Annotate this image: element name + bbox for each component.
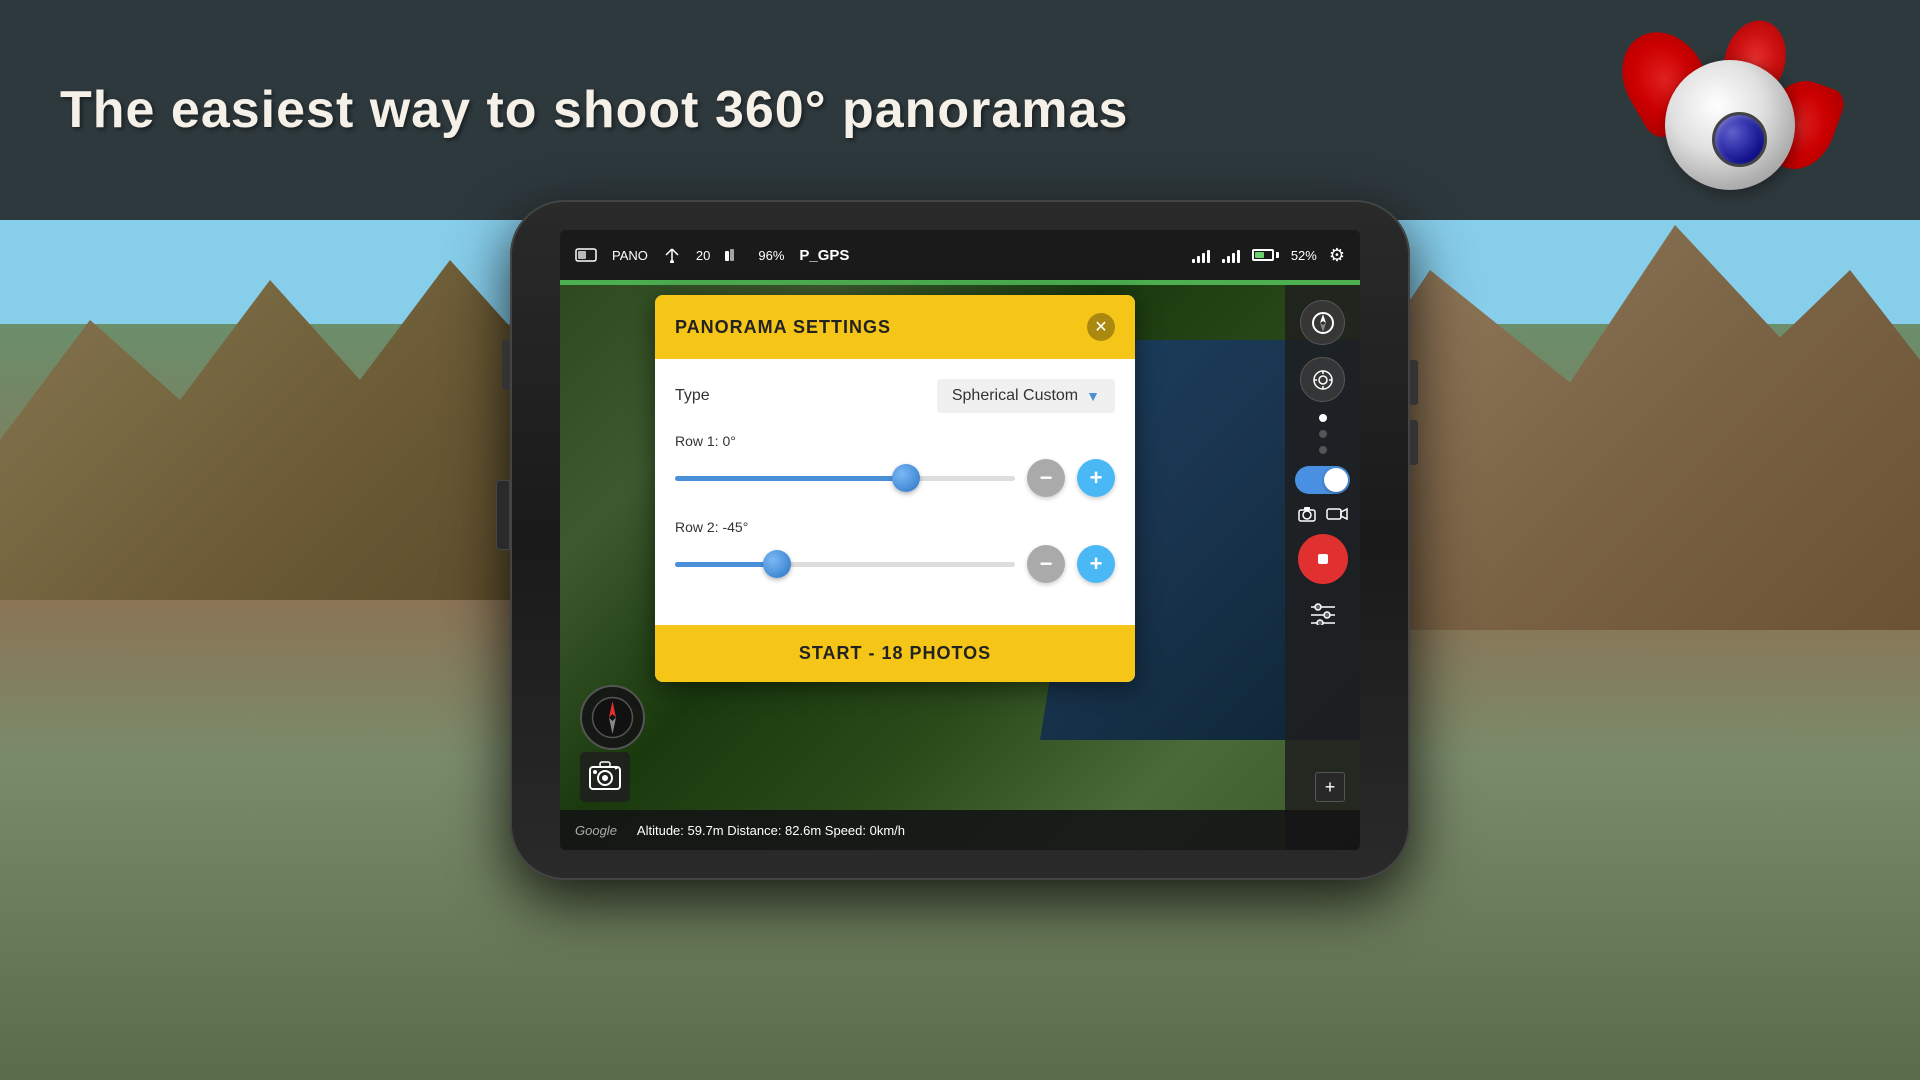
row1-slider-track[interactable] [675, 476, 1015, 481]
phone-container: PANO 20 96% P_GPS [510, 200, 1410, 920]
signal3-icon [1222, 247, 1240, 263]
sliders-icon[interactable] [1309, 601, 1337, 630]
dialog-close-button[interactable]: ✕ [1087, 313, 1115, 341]
camera-icons-row [1298, 506, 1348, 522]
bottom-bar: Google Altitude: 59.7m Distance: 82.6m S… [560, 810, 1360, 850]
row2-plus-button[interactable]: + [1077, 545, 1115, 583]
compass [580, 685, 645, 750]
row2-slider-track[interactable] [675, 562, 1015, 567]
row2-slider-fill [675, 562, 777, 567]
row1-setting: Row 1: 0° − + [675, 433, 1115, 497]
row2-slider-row: − + [675, 545, 1115, 583]
antenna-icon [663, 247, 681, 263]
phone-vol-down-button[interactable] [1410, 420, 1418, 465]
signal-icon [725, 247, 743, 263]
row1-label: Row 1: 0° [675, 433, 1115, 449]
battery-container [1252, 249, 1279, 261]
phone-body: PANO 20 96% P_GPS [510, 200, 1410, 880]
dialog-body: Type Spherical Custom ▼ Row 1: 0° [655, 359, 1135, 625]
count-value: 20 [696, 248, 710, 263]
row2-minus-button[interactable]: − [1027, 545, 1065, 583]
settings-icon[interactable]: ⚙ [1329, 245, 1345, 266]
dialog-header: PANORAMA SETTINGS ✕ [655, 295, 1135, 359]
stop-icon [1314, 550, 1332, 568]
battery-percent: 52% [1291, 248, 1317, 263]
side-dots [1319, 414, 1327, 454]
dropdown-arrow-icon: ▼ [1086, 388, 1100, 404]
phone-vol-up-button[interactable] [1410, 360, 1418, 405]
panorama-settings-dialog: PANORAMA SETTINGS ✕ Type Spherical Custo… [655, 295, 1135, 682]
mode-label: PANO [612, 248, 648, 263]
phone-screen: PANO 20 96% P_GPS [560, 230, 1360, 850]
altitude-text: Altitude: 59.7m Distance: 82.6m Speed: 0… [637, 823, 905, 838]
phone-home-button[interactable] [496, 480, 510, 550]
video-small-icon [1326, 506, 1348, 522]
app-logo [1620, 20, 1840, 240]
dialog-title: PANORAMA SETTINGS [675, 317, 891, 338]
signal-percent: 96% [758, 248, 784, 263]
logo-sphere [1665, 60, 1795, 190]
type-value: Spherical Custom [952, 387, 1078, 405]
toggle-knob [1324, 468, 1348, 492]
row2-slider-thumb[interactable] [763, 550, 791, 578]
row2-setting: Row 2: -45° − + [675, 519, 1115, 583]
dot-3 [1319, 446, 1327, 454]
row1-slider-row: − + [675, 459, 1115, 497]
compass-nav-button[interactable] [1300, 300, 1345, 345]
gps-label: P_GPS [799, 247, 1176, 264]
google-label: Google [575, 823, 617, 838]
headline: The easiest way to shoot 360° panoramas [60, 80, 1128, 140]
target-button[interactable] [1300, 357, 1345, 402]
signal2-icon [1192, 247, 1210, 263]
logo-lens [1712, 112, 1767, 167]
camera-gear-icon [587, 759, 623, 795]
row1-minus-button[interactable]: − [1027, 459, 1065, 497]
record-button[interactable] [1298, 534, 1348, 584]
type-label: Type [675, 387, 710, 405]
zoom-plus-button[interactable]: + [1315, 772, 1345, 802]
mode-icon [575, 247, 597, 263]
type-dropdown[interactable]: Spherical Custom ▼ [937, 379, 1115, 413]
row1-slider-thumb[interactable] [892, 464, 920, 492]
status-right: 52% ⚙ [1192, 245, 1345, 266]
type-row: Type Spherical Custom ▼ [675, 379, 1115, 413]
row1-slider-fill [675, 476, 906, 481]
dot-2 [1319, 430, 1327, 438]
green-indicator-bar [560, 280, 1360, 285]
dot-1 [1319, 414, 1327, 422]
compass-icon [590, 695, 635, 740]
status-bar: PANO 20 96% P_GPS [560, 230, 1360, 280]
phone-button-left [502, 340, 510, 390]
settings-sliders-icon [1309, 601, 1337, 625]
toggle-switch[interactable] [1295, 466, 1350, 494]
row1-plus-button[interactable]: + [1077, 459, 1115, 497]
row2-label: Row 2: -45° [675, 519, 1115, 535]
camera-settings-button[interactable] [580, 752, 630, 802]
start-photos-button[interactable]: START - 18 PHOTOS [655, 625, 1135, 682]
camera-small-icon [1298, 506, 1316, 522]
side-panel [1285, 285, 1360, 850]
